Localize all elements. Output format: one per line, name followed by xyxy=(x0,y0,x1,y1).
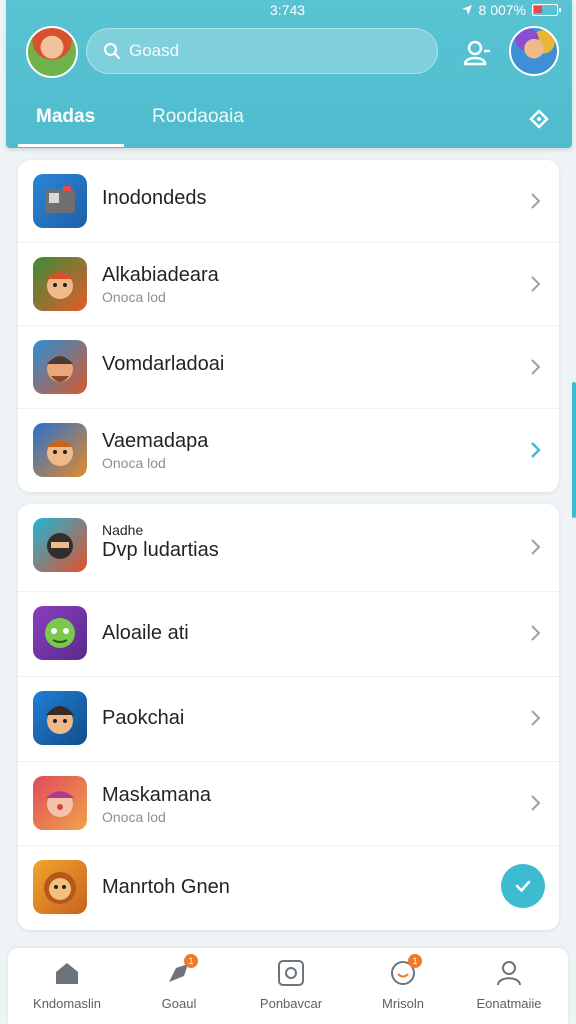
game-list-primary: Inodondeds Alkabiadeara Onoca lod Vomdar… xyxy=(18,160,559,492)
list-item-title: Dvp ludartias xyxy=(102,539,219,561)
chevron-right-icon xyxy=(531,442,541,458)
nav-item-goaul[interactable]: 1 Goaul xyxy=(124,954,234,1011)
list-item[interactable]: Vaemadapa Onoca lod xyxy=(18,409,559,492)
lion-game-icon xyxy=(33,860,87,914)
tab-roodaoaia[interactable]: Roodaoaia xyxy=(152,106,244,128)
check-button[interactable] xyxy=(501,864,545,908)
nav-item-ponbavcar[interactable]: Ponbavcar xyxy=(236,958,346,1011)
list-item-overline: Nadhe xyxy=(102,522,144,538)
list-item-title: Vomdarladoai xyxy=(102,353,225,375)
list-item-title: Aloaile ati xyxy=(102,622,189,644)
list-item-title: Alkabiadeara xyxy=(102,264,219,286)
hero-game-icon xyxy=(33,423,87,477)
chevron-right-icon xyxy=(531,539,541,555)
home-icon xyxy=(56,963,78,984)
list-item[interactable]: Paokchai xyxy=(18,677,559,762)
chevron-right-icon xyxy=(531,795,541,811)
profile-icon xyxy=(497,961,521,986)
boy-game-icon xyxy=(33,691,87,745)
nav-item-profile[interactable]: Eonatmaiie xyxy=(454,958,564,1011)
list-item-title: Inodondeds xyxy=(102,187,207,209)
bottom-nav: Kndomaslin 1 Goaul Ponbavcar 1 Mrisoln E… xyxy=(8,948,568,1024)
app-root: 3:743 8 007% Madas Roodaoaia xyxy=(0,0,576,1024)
add-friend-icon[interactable] xyxy=(462,38,492,68)
list-item[interactable]: Inodondeds xyxy=(18,160,559,243)
clown-game-icon xyxy=(33,776,87,830)
chevron-right-icon xyxy=(531,625,541,641)
nav-icon-wrapper: 1 xyxy=(388,954,422,988)
chevron-right-icon xyxy=(531,359,541,375)
nav-item-mrisoln[interactable]: 1 Mrisoln xyxy=(348,954,458,1011)
chevron-right-icon xyxy=(531,276,541,292)
jungle-game-icon xyxy=(33,257,87,311)
robot-app-icon xyxy=(33,174,87,228)
user-avatar[interactable] xyxy=(26,26,78,78)
battery-text: 8 007% xyxy=(478,2,526,18)
location-icon xyxy=(461,5,472,15)
nav-label: Goaul xyxy=(161,996,197,1011)
status-bar: 3:743 8 007% xyxy=(6,0,572,22)
nav-label: Eonatmaiie xyxy=(476,996,542,1011)
list-item[interactable]: Vomdarladoai xyxy=(18,326,559,409)
search-icon xyxy=(104,43,120,59)
list-item[interactable]: Aloaile ati xyxy=(18,592,559,677)
nav-item-home[interactable]: Kndomaslin xyxy=(12,958,122,1011)
tab-madas[interactable]: Madas xyxy=(36,106,95,128)
pin-icon[interactable] xyxy=(528,108,550,130)
list-item-title: Paokchai xyxy=(102,707,185,729)
nav-label: Mrisoln xyxy=(382,996,424,1011)
search-input[interactable] xyxy=(129,41,429,61)
list-item[interactable]: Alkabiadeara Onoca lod xyxy=(18,243,559,326)
search-bar[interactable] xyxy=(86,28,438,74)
list-item-subtitle: Onoca lod xyxy=(102,289,166,305)
list-item-title: Vaemadapa xyxy=(102,430,209,452)
list-item-title: Manrtoh Gnen xyxy=(102,876,230,898)
chevron-right-icon xyxy=(531,710,541,726)
list-item[interactable]: Maskamana Onoca lod xyxy=(18,762,559,846)
dwarf-game-icon xyxy=(33,340,87,394)
list-item[interactable]: Nadhe Dvp ludartias xyxy=(18,504,559,592)
status-right: 8 007% xyxy=(461,2,561,18)
checkmark-icon xyxy=(515,880,531,893)
notification-badge: 1 xyxy=(408,954,422,968)
tab-active-indicator xyxy=(18,144,124,147)
status-time: 3:743 xyxy=(270,2,306,18)
notification-badge: 1 xyxy=(184,954,198,968)
game-avatar[interactable] xyxy=(509,26,559,76)
list-item-subtitle: Onoca lod xyxy=(102,455,166,471)
nav-label: Ponbavcar xyxy=(259,996,323,1011)
tab-bar: Madas Roodaoaia xyxy=(6,100,572,148)
game-list-secondary: Nadhe Dvp ludartias Aloaile ati Paokchai… xyxy=(18,504,559,930)
list-item-subtitle: Onoca lod xyxy=(102,809,166,825)
chevron-right-icon xyxy=(531,193,541,209)
nav-label: Kndomaslin xyxy=(33,996,101,1011)
goblin-game-icon xyxy=(33,606,87,660)
list-item-title: Maskamana xyxy=(102,784,211,806)
ninja-game-icon xyxy=(33,518,87,572)
scroll-indicator[interactable] xyxy=(572,382,576,518)
nav-icon-wrapper: 1 xyxy=(164,954,198,988)
header: 3:743 8 007% Madas Roodaoaia xyxy=(6,0,572,148)
list-item[interactable]: Manrtoh Gnen xyxy=(18,846,559,930)
camera-icon xyxy=(278,960,304,986)
battery-icon xyxy=(532,4,561,16)
